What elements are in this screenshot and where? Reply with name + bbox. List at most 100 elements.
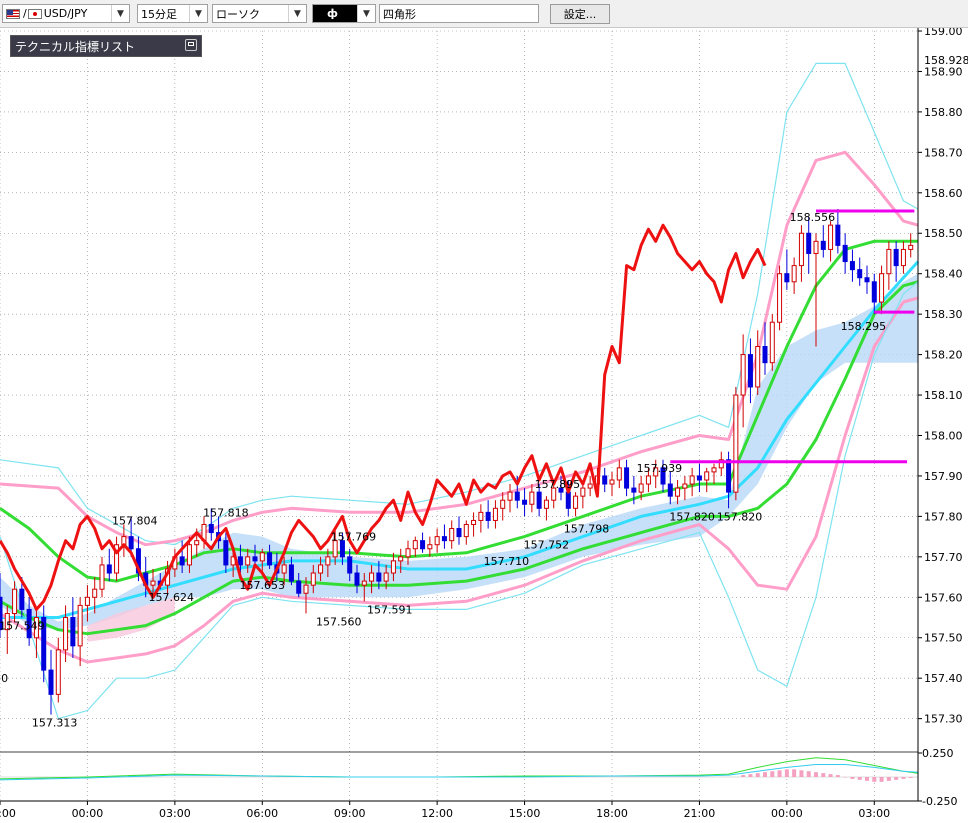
candle-body <box>92 588 98 598</box>
oscillator-bar <box>770 771 775 777</box>
candle-body <box>354 572 360 586</box>
candle-body <box>208 523 214 534</box>
time-tick-label: 21:00 <box>684 807 716 820</box>
oscillator-bar <box>857 777 862 780</box>
price-tick-label: 157.70 <box>924 551 963 564</box>
price-tick-label: 158.50 <box>924 227 963 240</box>
oscillator-bar <box>777 770 782 777</box>
candle-body <box>259 552 265 562</box>
oscillator-tick-label: -0.250 <box>922 795 957 808</box>
candle-body <box>667 483 673 497</box>
candle-body <box>645 475 651 485</box>
candle-body <box>369 572 375 582</box>
candle-body <box>361 580 367 586</box>
timeframe-label: 15分足 <box>141 7 177 21</box>
candle-body <box>456 528 462 538</box>
oscillator-bar <box>763 772 767 777</box>
candle-body <box>55 649 61 695</box>
price-tick-label: 157.60 <box>924 591 963 604</box>
candle-body <box>376 572 382 582</box>
oscillator-bar <box>872 777 877 782</box>
candle-body <box>194 540 200 546</box>
candle-body <box>303 584 309 594</box>
timeframe-select[interactable]: 15分足 ▼ <box>137 4 208 23</box>
price-annotation: 157.820 <box>669 510 715 523</box>
candle-body <box>281 564 287 574</box>
candle-body <box>536 491 542 509</box>
candle-body <box>609 479 615 485</box>
candle-body <box>106 564 112 574</box>
price-chart[interactable]: 157.420 157.313 157.549 157.804 157.624 157.8… <box>0 28 968 823</box>
candle-body <box>879 273 885 303</box>
chart-style-select[interactable]: ローソク ▼ <box>212 4 307 23</box>
price-annotation: 157.939 <box>637 462 683 475</box>
symbol-label: USD/JPY <box>43 7 88 20</box>
candle-body <box>347 556 353 574</box>
time-tick-label: 21:00 <box>0 807 16 820</box>
candle-body <box>478 511 484 521</box>
chart-style-label: ローソク <box>216 7 260 21</box>
candle-body <box>390 560 396 574</box>
price-tick-label: 157.30 <box>924 713 963 726</box>
candle-body <box>471 519 477 525</box>
oscillator-tick-label: 0.250 <box>922 747 954 760</box>
candle-body <box>296 580 302 594</box>
candle-body <box>704 471 710 481</box>
price-tick-label: 158.00 <box>924 429 963 442</box>
candle-body <box>150 580 156 586</box>
candle-body <box>463 523 469 538</box>
price-annotation: 157.591 <box>367 603 413 616</box>
drawing-tool-select[interactable]: ф ▼ <box>312 4 376 23</box>
candle-body <box>522 499 528 505</box>
candle-body <box>602 475 608 485</box>
candle-body <box>820 240 826 250</box>
restore-window-icon[interactable] <box>185 39 197 51</box>
candle-body <box>398 556 404 562</box>
candle-body <box>813 240 819 254</box>
drawing-tool-name-field[interactable]: 四角形 <box>379 4 539 23</box>
candle-body <box>777 273 783 323</box>
chevron-down-icon: ▼ <box>288 5 306 22</box>
settings-button[interactable]: 設定... <box>550 4 610 24</box>
candle-body <box>711 467 717 473</box>
indicator-list-title: テクニカル指標リスト <box>15 39 136 54</box>
candle-body <box>762 346 768 364</box>
candle-body <box>485 511 491 521</box>
candle-body <box>186 544 192 566</box>
chevron-down-icon: ▼ <box>189 5 207 22</box>
oscillator-bar <box>886 777 891 781</box>
candle-body <box>383 572 389 582</box>
candle-body <box>835 224 841 246</box>
price-tick-label: 157.50 <box>924 632 963 645</box>
price-tick-label: 158.20 <box>924 349 963 362</box>
price-tick-label: 158.70 <box>924 146 963 159</box>
time-axis: 21:00 00:00 03:00 06:00 09:00 12:00 15:00 18:00… <box>0 800 918 820</box>
candle-body <box>886 248 892 275</box>
candle-body <box>252 556 258 562</box>
chevron-down-icon: ▼ <box>111 5 129 22</box>
indicator-list-panel[interactable]: テクニカル指標リスト <box>10 35 202 57</box>
time-tick-label: 09:00 <box>334 807 366 820</box>
price-tick-label: 158.30 <box>924 308 963 321</box>
time-tick-label: 00:00 <box>771 807 803 820</box>
symbol-select[interactable]: / USD/JPY ▼ <box>2 4 130 23</box>
lagging-span <box>0 223 767 611</box>
candle-body <box>842 244 848 263</box>
price-annotation: 157.549 <box>0 620 45 633</box>
slash-glyph: / <box>23 7 27 20</box>
price-annotation: 158.556 <box>790 211 836 224</box>
candle-body <box>237 556 243 566</box>
time-tick-label: 03:00 <box>159 807 191 820</box>
candle-body <box>580 487 586 497</box>
candle-body <box>871 281 877 303</box>
candle-body <box>849 261 855 271</box>
oscillator-panel <box>0 757 919 782</box>
oscillator-bar <box>828 774 833 777</box>
series-bollinger-lower-3sigma <box>0 281 919 720</box>
price-tick-label: 158.10 <box>924 389 963 402</box>
oscillator-bar <box>850 777 855 779</box>
oscillator-bar <box>843 777 848 778</box>
candle-body <box>733 394 739 493</box>
price-annotation: 157.895 <box>535 478 581 491</box>
price-annotation: 157.420 <box>0 672 8 685</box>
